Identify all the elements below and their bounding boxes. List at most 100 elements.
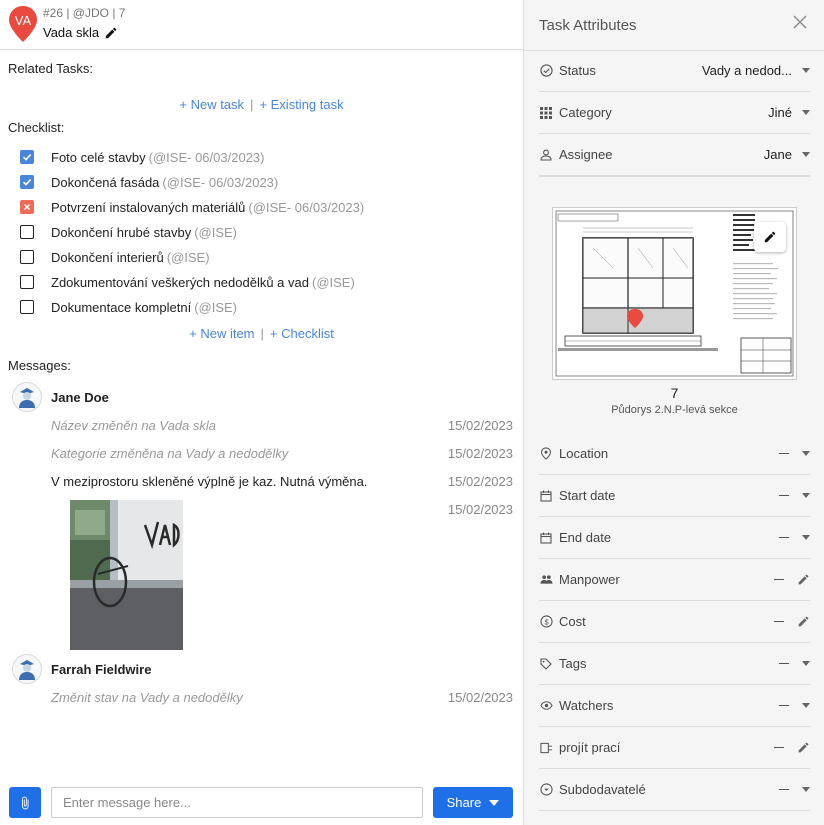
pencil-icon[interactable] xyxy=(104,26,118,40)
checklist-item-text: Foto celé stavby xyxy=(51,149,146,165)
checklist-item[interactable]: Potvrzení instalovaných materiálů (@ISE-… xyxy=(20,198,364,216)
attr-label: Watchers xyxy=(559,698,614,713)
message-line: V meziprostoru skleněné výplně je kaz. N… xyxy=(51,474,513,489)
pencil-icon[interactable] xyxy=(797,573,810,586)
checklist-item-meta: (@ISE- 06/03/2023) xyxy=(162,174,279,190)
plan-number: 7 xyxy=(670,385,679,401)
checkbox-empty-icon[interactable] xyxy=(20,250,34,264)
plan-thumbnail[interactable] xyxy=(552,207,797,380)
message-text: Změnit stav na Vady a nedodělky xyxy=(51,690,243,705)
avatar xyxy=(12,382,42,412)
attach-button[interactable] xyxy=(9,787,41,818)
attr-location[interactable]: Location xyxy=(539,433,810,475)
eye-icon xyxy=(539,699,553,713)
attr-label: Location xyxy=(559,446,609,461)
messages-label: Messages: xyxy=(8,358,71,373)
checkbox-empty-icon[interactable] xyxy=(20,275,34,289)
existing-task-link[interactable]: + Existing task xyxy=(259,97,343,112)
attr-projit-praci[interactable]: projít prací xyxy=(539,727,810,769)
checklist-item-meta: (@ISE) xyxy=(312,274,355,290)
attr-start-date[interactable]: Start date xyxy=(539,475,810,517)
message-author: Farrah Fieldwire xyxy=(12,654,151,684)
checklist-item-meta: (@ISE- 06/03/2023) xyxy=(148,149,265,165)
task-attributes-panel: Task Attributes Status Vady a nedod... C… xyxy=(523,0,824,825)
chevron-down-icon[interactable] xyxy=(802,493,810,498)
chevron-down-icon[interactable] xyxy=(802,703,810,708)
author-name: Farrah Fieldwire xyxy=(51,661,152,677)
empty-value-dash xyxy=(779,788,789,791)
attr-tags[interactable]: Tags xyxy=(539,643,810,685)
checklist-item[interactable]: Dokončená fasáda (@ISE- 06/03/2023) xyxy=(20,173,278,191)
message-author: Jane Doe xyxy=(12,382,109,412)
task-pin-label: VA xyxy=(14,13,32,28)
message-photo[interactable] xyxy=(70,500,183,650)
checklist-item-meta: (@ISE) xyxy=(194,224,238,240)
plan-name: Půdorys 2.N.P-levá sekce xyxy=(611,404,738,416)
chevron-down-icon[interactable] xyxy=(802,535,810,540)
tag-icon xyxy=(539,657,553,671)
checkbox-checked-icon[interactable] xyxy=(20,150,34,164)
pencil-icon xyxy=(764,231,776,243)
attr-label: projít prací xyxy=(559,740,621,755)
add-checklist-link[interactable]: + Checklist xyxy=(270,326,334,341)
new-task-link[interactable]: + New task xyxy=(179,97,244,112)
chevron-down-icon[interactable] xyxy=(802,787,810,792)
attr-subdodavatele[interactable]: Subdodavatelé xyxy=(539,769,810,811)
attr-label: End date xyxy=(559,530,612,545)
checklist-item[interactable]: Zdokumentování veškerých nedodělků a vad… xyxy=(20,273,355,291)
paperclip-icon xyxy=(22,796,29,809)
checklist-item-text: Dokumentace kompletní xyxy=(51,299,192,315)
attr-manpower[interactable]: Manpower xyxy=(539,559,810,601)
person-icon xyxy=(539,148,553,162)
related-tasks-label: Related Tasks: xyxy=(8,61,94,76)
attr-label: Start date xyxy=(559,488,616,503)
checklist-item[interactable]: Dokumentace kompletní (@ISE) xyxy=(20,298,237,316)
task-title[interactable]: Vada skla xyxy=(43,25,118,40)
link-separator: | xyxy=(260,326,264,341)
message-input[interactable] xyxy=(51,787,423,818)
custom-field-icon xyxy=(539,741,553,755)
checklist-item[interactable]: Dokončení hrubé stavby (@ISE) xyxy=(20,223,237,241)
attr-end-date[interactable]: End date xyxy=(539,517,810,559)
checkbox-empty-icon[interactable] xyxy=(20,300,34,314)
attr-watchers[interactable]: Watchers xyxy=(539,685,810,727)
empty-value-dash xyxy=(779,494,789,497)
chevron-down-icon[interactable] xyxy=(802,152,810,157)
attr-assignee[interactable]: Assignee Jane xyxy=(539,134,810,176)
attr-status[interactable]: Status Vady a nedod... xyxy=(539,50,810,92)
svg-text:$: $ xyxy=(544,617,548,626)
attr-cost[interactable]: $ Cost xyxy=(539,601,810,643)
chevron-down-icon[interactable] xyxy=(802,451,810,456)
checklist-item-meta: (@ISE) xyxy=(194,299,237,315)
share-button[interactable]: Share xyxy=(433,787,513,818)
empty-value-dash xyxy=(774,620,784,623)
attr-label: Status xyxy=(559,63,596,78)
message-text: Název změněn na Vada skla xyxy=(51,418,217,433)
pencil-icon[interactable] xyxy=(797,615,810,628)
close-icon[interactable] xyxy=(793,15,807,32)
checkbox-checked-icon[interactable] xyxy=(20,175,34,189)
new-item-link[interactable]: + New item xyxy=(189,326,254,341)
checklist-actions: + New item | + Checklist xyxy=(0,326,523,341)
empty-value-dash xyxy=(779,536,789,539)
chevron-down-icon[interactable] xyxy=(802,110,810,115)
attr-category[interactable]: Category Jiné xyxy=(539,92,810,134)
checklist-item-text: Zdokumentování veškerých nedodělků a vad xyxy=(51,274,309,290)
checkbox-empty-icon[interactable] xyxy=(20,225,34,239)
message-composer: Share xyxy=(0,780,523,825)
chevron-down-icon[interactable] xyxy=(802,661,810,666)
chevron-down-icon[interactable] xyxy=(802,68,810,73)
checklist-item[interactable]: Dokončení interierů (@ISE) xyxy=(20,248,210,266)
message-text: V meziprostoru skleněné výplně je kaz. N… xyxy=(51,474,368,489)
message-line: Název změněn na Vada skla 15/02/2023 xyxy=(51,418,513,433)
task-title-text: Vada skla xyxy=(43,25,100,40)
panel-title: Task Attributes xyxy=(539,17,637,34)
checklist-item-text: Dokončení hrubé stavby xyxy=(51,224,192,240)
task-pin-icon: VA xyxy=(8,5,38,43)
plan-edit-button[interactable] xyxy=(754,222,786,252)
task-detail-pane: VA #26 | @JDO | 7 Vada skla Related Task… xyxy=(0,0,523,825)
checklist-item[interactable]: Foto celé stavby (@ISE- 06/03/2023) xyxy=(20,148,264,166)
checkbox-failed-icon[interactable] xyxy=(20,200,34,214)
checklist-item-meta: (@ISE) xyxy=(166,249,210,265)
pencil-icon[interactable] xyxy=(797,741,810,754)
